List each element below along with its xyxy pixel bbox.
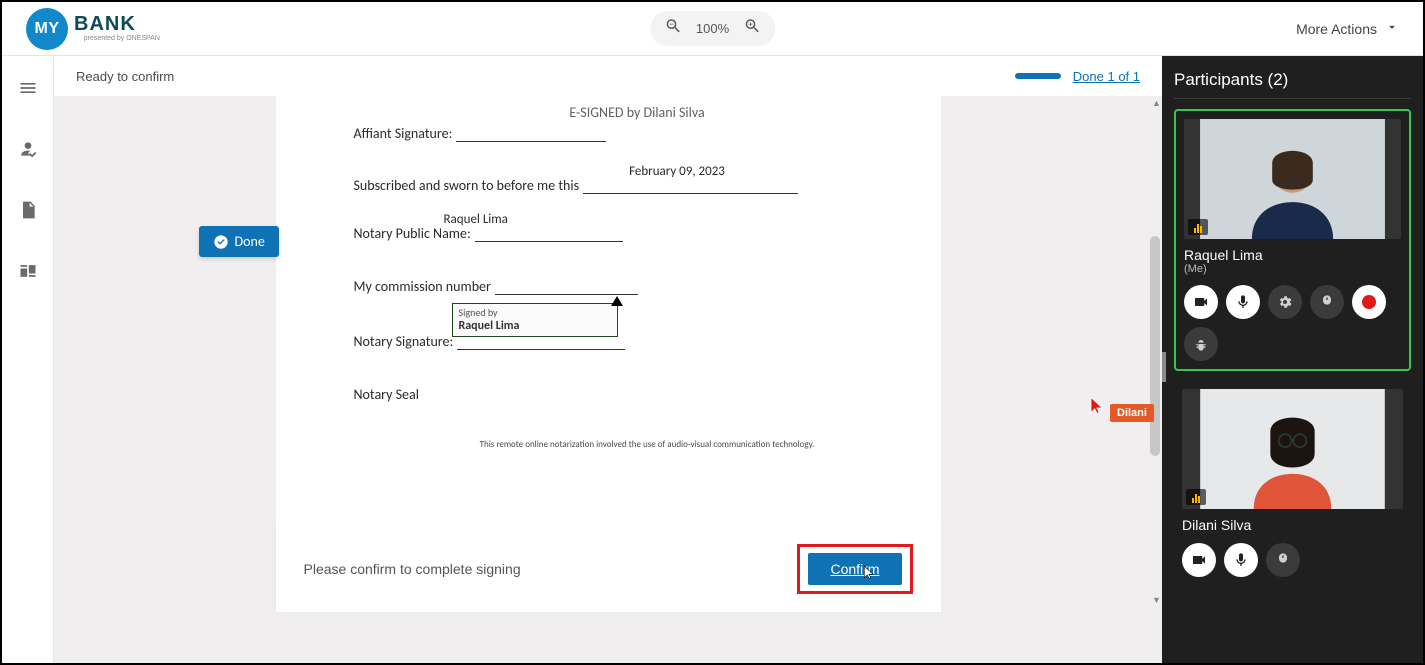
participant-name-self: Raquel Lima	[1184, 247, 1401, 263]
notary-signature-label: Notary Signature:	[354, 333, 454, 350]
technology-note: This remote online notarization involved…	[414, 439, 881, 450]
participant-sub-self: (Me)	[1184, 263, 1401, 275]
confirm-button-label: Confirm	[830, 561, 879, 577]
record-icon	[1362, 295, 1376, 309]
mic-toggle-remote[interactable]	[1224, 543, 1258, 577]
notary-signature-line	[457, 349, 625, 350]
subscribed-line	[583, 193, 798, 194]
mic-toggle[interactable]	[1226, 285, 1260, 319]
more-actions-menu[interactable]: More Actions	[1296, 20, 1399, 37]
commission-number-label: My commission number	[354, 278, 491, 295]
document-icon[interactable]	[18, 200, 38, 225]
logo-subtext: presented by ONESPAN	[84, 35, 160, 42]
done-button-label: Done	[235, 233, 265, 250]
brand-logo: MY BANK presented by ONESPAN	[26, 8, 218, 50]
progress-bar	[1015, 73, 1061, 79]
participants-panel: Participants (2) Raquel Lima (Me)	[1162, 56, 1423, 663]
check-circle-icon	[213, 234, 229, 250]
remote-control-button[interactable]	[1310, 285, 1344, 319]
scroll-down-icon[interactable]: ▼	[1152, 595, 1161, 605]
zoom-value: 100%	[696, 21, 729, 36]
video-tile-self[interactable]	[1184, 119, 1401, 239]
video-tile-remote[interactable]	[1182, 389, 1403, 509]
document-page: Done E-SIGNED by Dilani Silva Affiant Si…	[276, 96, 941, 526]
avatar-icon	[1182, 389, 1403, 509]
journal-icon[interactable]	[18, 261, 38, 286]
confirm-highlight: Confirm	[797, 544, 912, 594]
participant-name-remote: Dilani Silva	[1182, 517, 1403, 533]
remote-cursor-tag: Dilani	[1110, 404, 1154, 422]
esigned-stamp: E-SIGNED by Dilani Silva	[394, 104, 881, 121]
camera-toggle-remote[interactable]	[1182, 543, 1216, 577]
more-actions-label: More Actions	[1296, 21, 1377, 37]
signature-box[interactable]: Signed by Raquel Lima	[452, 303, 618, 337]
participant-card-self: Raquel Lima (Me)	[1174, 109, 1411, 371]
done-progress-link[interactable]: Done 1 of 1	[1073, 69, 1140, 84]
scroll-up-icon[interactable]: ▲	[1152, 98, 1161, 108]
scroll-thumb[interactable]	[1150, 236, 1160, 456]
record-button[interactable]	[1352, 285, 1386, 319]
notary-name-label: Notary Public Name:	[354, 225, 471, 242]
remote-cursor: Dilani	[1088, 394, 1154, 422]
signature-box-line2: Raquel Lima	[459, 319, 611, 333]
zoom-out-icon[interactable]	[664, 17, 682, 40]
done-button[interactable]: Done	[199, 226, 279, 257]
chevron-down-icon	[1385, 20, 1399, 37]
notary-name-line	[475, 241, 623, 242]
confirm-button[interactable]: Confirm	[808, 553, 901, 585]
confirm-message: Please confirm to complete signing	[304, 561, 521, 577]
left-rail	[2, 56, 54, 663]
participant-card-remote: Dilani Silva	[1174, 381, 1411, 585]
affiant-signature-line	[456, 141, 606, 142]
audio-level-icon	[1186, 489, 1206, 505]
virus-scan-button[interactable]	[1184, 327, 1218, 361]
camera-toggle[interactable]	[1184, 285, 1218, 319]
signature-box-line1: Signed by	[459, 306, 611, 319]
subscribed-label: Subscribed and sworn to before me this	[354, 177, 580, 194]
settings-button[interactable]	[1268, 285, 1302, 319]
menu-icon[interactable]	[18, 78, 38, 103]
document-region: Ready to confirm Done 1 of 1 Done E-SIGN…	[54, 56, 1162, 663]
zoom-in-icon[interactable]	[743, 17, 761, 40]
notary-seal-label: Notary Seal	[354, 386, 881, 403]
panel-resize-handle[interactable]	[1162, 352, 1170, 382]
signer-icon[interactable]	[18, 139, 38, 164]
remote-control-button-remote[interactable]	[1266, 543, 1300, 577]
avatar-icon	[1184, 119, 1401, 239]
zoom-control: 100%	[650, 11, 775, 46]
cursor-arrow-icon	[1088, 394, 1106, 416]
affiant-signature-label: Affiant Signature:	[354, 125, 453, 142]
logo-circle: MY	[26, 8, 68, 50]
participants-title: Participants (2)	[1174, 70, 1411, 99]
logo-text: BANK	[74, 13, 136, 36]
scrollbar[interactable]: ▲ ▼	[1148, 96, 1162, 663]
status-text: Ready to confirm	[76, 69, 174, 84]
signature-arrow-icon	[611, 296, 623, 306]
audio-level-icon	[1188, 219, 1208, 235]
commission-number-line	[495, 294, 638, 295]
